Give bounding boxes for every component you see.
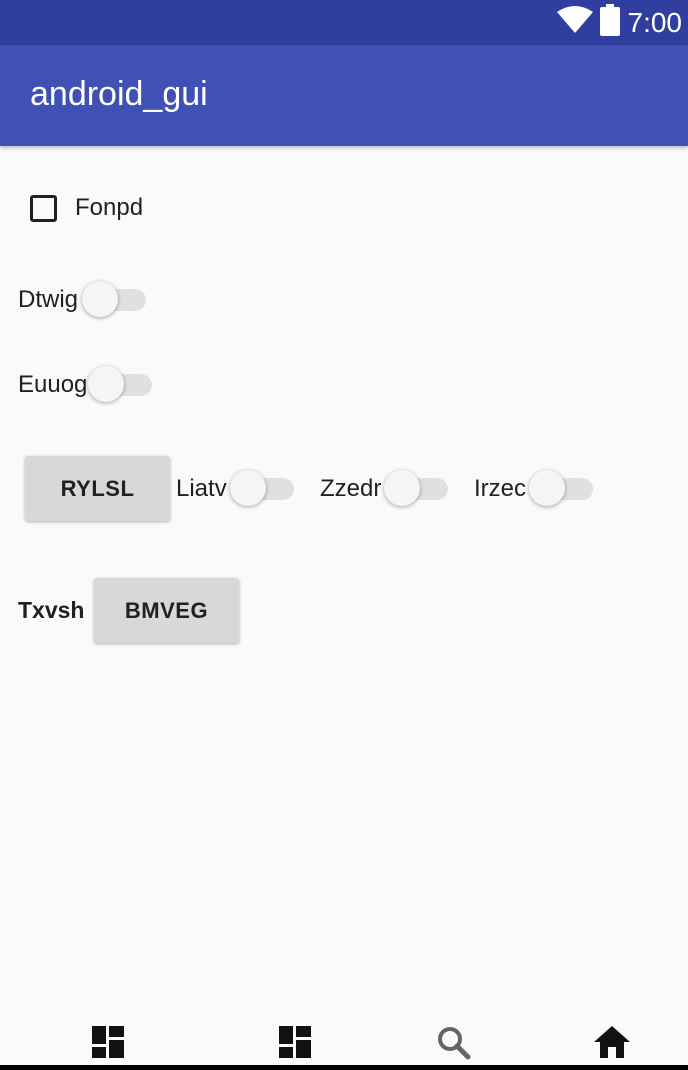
switch-dtwig[interactable] <box>82 279 148 319</box>
switch-thumb <box>529 470 565 506</box>
checkbox-fonpd[interactable]: Fonpd <box>30 194 143 222</box>
bottom-edge <box>0 1065 688 1070</box>
dashboard-icon[interactable] <box>92 1026 124 1063</box>
switch-label-euuog: Euuog <box>18 371 88 398</box>
status-bar: 7:00 <box>0 0 688 45</box>
app-bar: android_gui <box>0 45 688 146</box>
switch-zzedr[interactable] <box>384 468 450 508</box>
switch-label-irzec: Irzec <box>474 475 527 502</box>
checkbox-box[interactable] <box>30 194 57 222</box>
txvsh-label: Txvsh <box>18 597 85 623</box>
app-title: android_gui <box>30 75 208 113</box>
search-icon[interactable] <box>437 1026 471 1065</box>
switch-label-zzedr: Zzedr <box>320 475 382 502</box>
switch-label-liatv: Liatv <box>176 475 227 502</box>
wifi-icon <box>556 6 594 39</box>
dashboard-icon[interactable] <box>279 1026 311 1063</box>
checkbox-label: Fonpd <box>75 194 144 221</box>
switch-thumb <box>82 281 118 317</box>
switch-thumb <box>230 470 266 506</box>
switch-irzec[interactable] <box>529 468 595 508</box>
switch-thumb <box>88 366 124 402</box>
switch-thumb <box>384 470 420 506</box>
switch-label-dtwig: Dtwig <box>18 286 79 313</box>
rylsl-button[interactable]: RYLSL <box>25 456 170 521</box>
status-time: 7:00 <box>627 6 683 38</box>
bmveg-button[interactable]: BMVEG <box>94 578 239 643</box>
switch-liatv[interactable] <box>230 468 296 508</box>
home-icon[interactable] <box>594 1026 630 1063</box>
battery-icon <box>599 4 620 41</box>
switch-euuog[interactable] <box>88 364 154 404</box>
bottom-navigation <box>0 1000 688 1070</box>
